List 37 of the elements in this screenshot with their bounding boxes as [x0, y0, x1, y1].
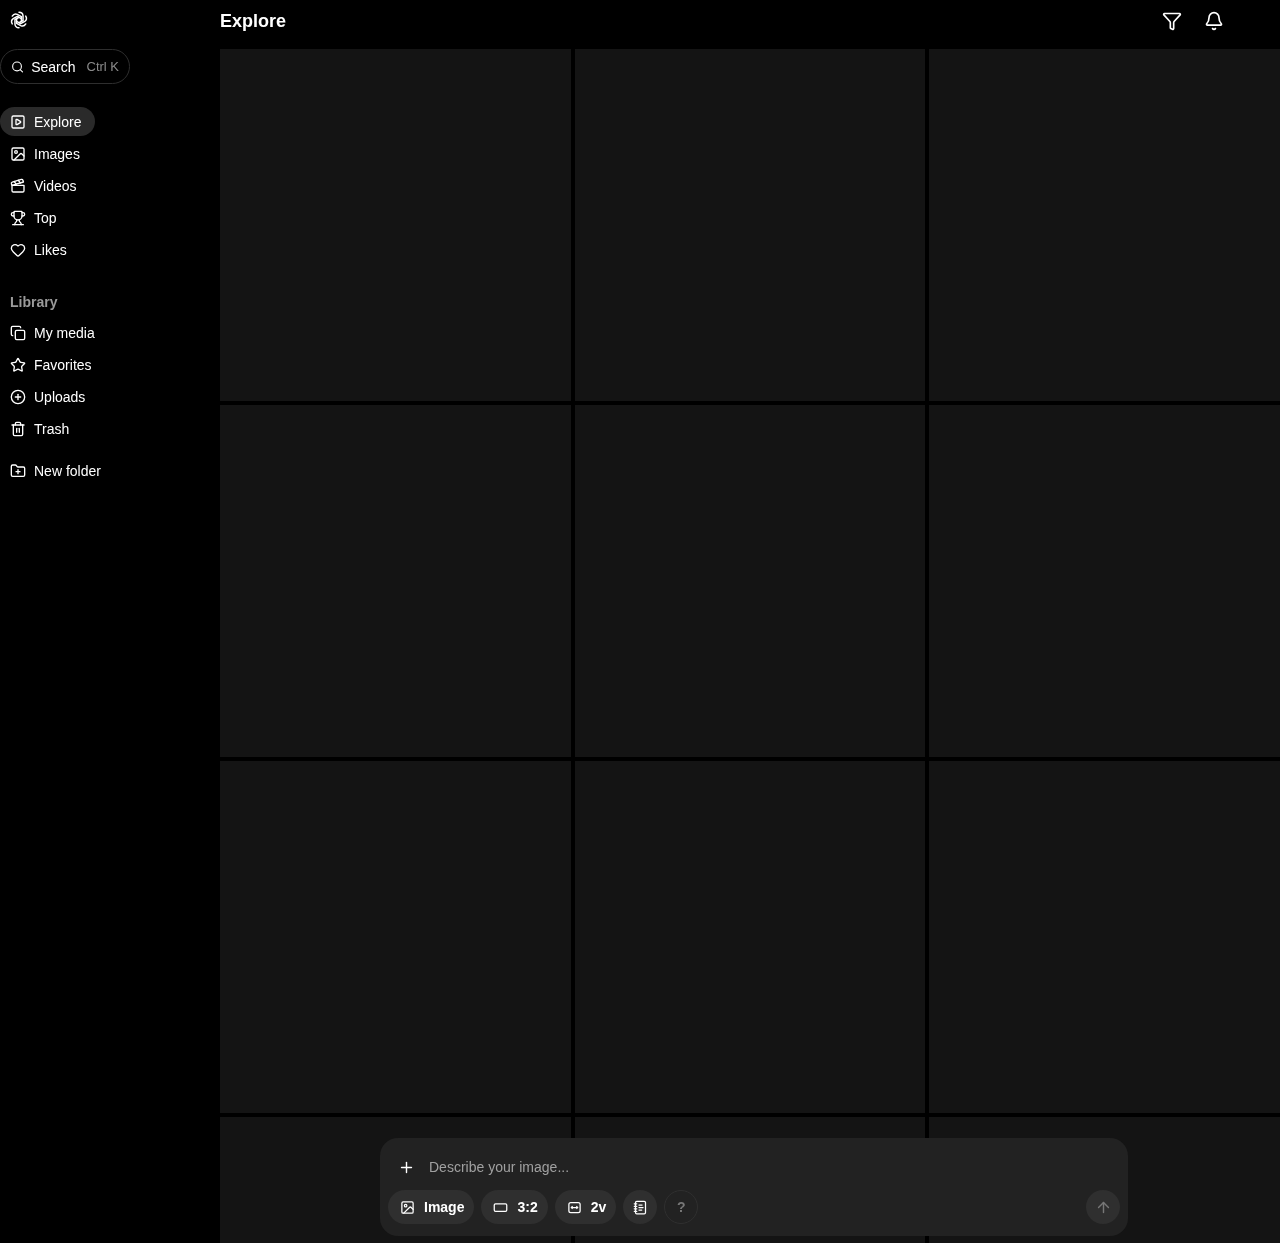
clapperboard-icon	[10, 177, 26, 194]
notifications-button[interactable]	[1204, 10, 1224, 31]
variations-icon	[566, 1199, 582, 1215]
shortcut-hint: Ctrl K	[86, 59, 119, 74]
library-item[interactable]: Uploads	[0, 382, 100, 411]
nav-item[interactable]: Videos	[0, 171, 91, 200]
search-button[interactable]: Search Ctrl K	[0, 49, 130, 84]
notebook-icon	[632, 1199, 648, 1215]
stacked-squares-icon	[10, 324, 26, 341]
trash-icon	[10, 420, 26, 437]
play-icon	[10, 113, 26, 130]
nav-item[interactable]: Top	[0, 203, 71, 232]
ratio-button[interactable]: 3:2	[481, 1190, 548, 1224]
library-item[interactable]: Favorites	[0, 350, 106, 379]
folder-plus-icon	[10, 462, 26, 479]
nav-item[interactable]: Likes	[0, 235, 81, 264]
page-title: Explore	[220, 11, 287, 32]
library-item[interactable]: My media	[0, 318, 109, 347]
prompt-input[interactable]: Describe your image...	[427, 1158, 1120, 1176]
section-heading: Library	[9, 294, 59, 310]
nav-item[interactable]: Images	[0, 139, 94, 168]
filter-button[interactable]	[1162, 10, 1182, 31]
variations-button[interactable]: 2v	[554, 1190, 617, 1224]
preset-button[interactable]	[623, 1190, 658, 1224]
bell-icon	[1204, 10, 1224, 31]
star-icon	[10, 356, 26, 373]
image-icon	[400, 1199, 415, 1215]
filter-icon	[1162, 10, 1182, 31]
nav-item[interactable]: Explore	[0, 107, 96, 136]
mode-button[interactable]: Image	[388, 1190, 475, 1224]
library-item[interactable]: Trash	[0, 414, 84, 443]
new-folder-button[interactable]: New folder	[0, 456, 115, 485]
trophy-icon	[10, 209, 26, 226]
plus-circle-icon	[10, 388, 26, 405]
image-icon	[10, 145, 26, 162]
logo-icon[interactable]	[8, 9, 30, 31]
heart-icon	[10, 241, 26, 258]
